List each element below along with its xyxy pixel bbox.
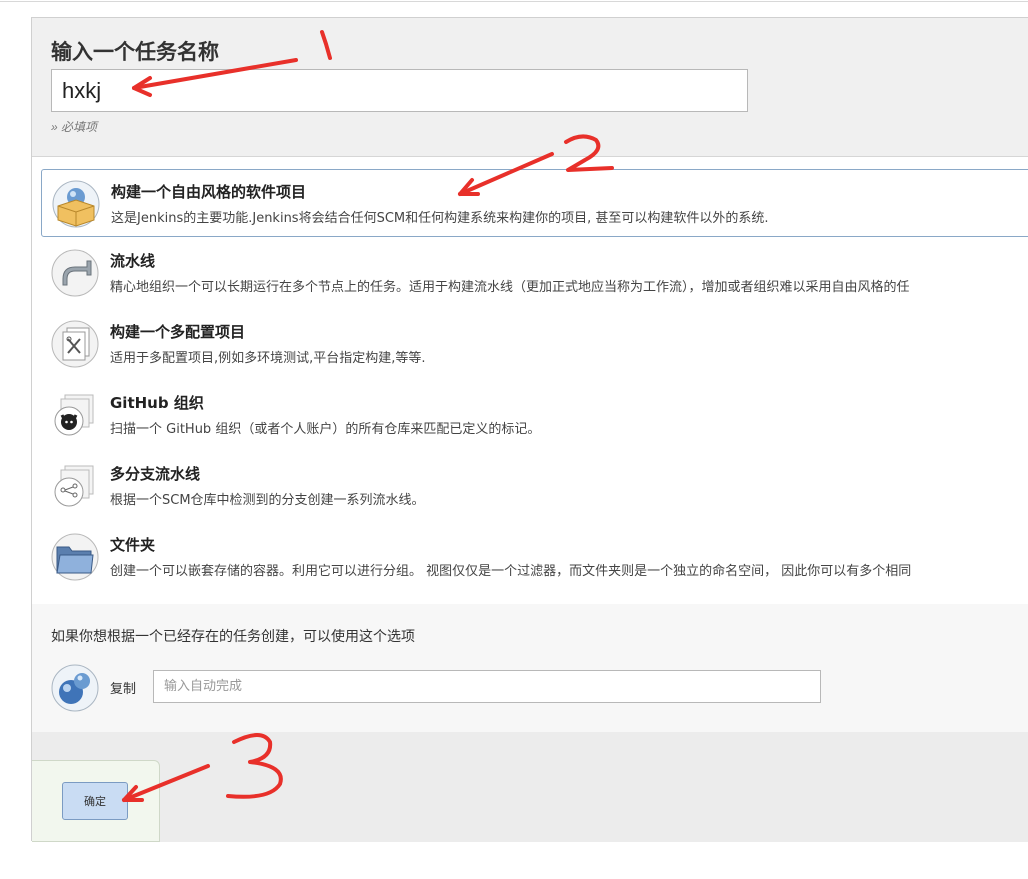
- item-type-name: 流水线: [110, 252, 156, 270]
- pipeline-icon: [51, 249, 99, 297]
- copy-hint-text: 如果你想根据一个已经存在的任务创建，可以使用这个选项: [51, 629, 415, 645]
- github-org-icon: [54, 394, 94, 436]
- new-item-panel: 输入一个任务名称 » 必填项 构建一个自由风格的软件项目 这是Jenkins的主…: [31, 17, 1028, 842]
- item-type-description: 根据一个SCM仓库中检测到的分支创建一系列流水线。: [110, 493, 425, 508]
- ok-button[interactable]: 确定: [62, 782, 128, 820]
- item-type-multi-config[interactable]: 构建一个多配置项目 适用于多配置项目,例如多环境测试,平台指定构建,等等.: [41, 310, 1028, 378]
- item-type-description: 精心地组织一个可以长期运行在多个节点上的任务。适用于构建流水线（更加正式地应当称…: [110, 280, 910, 295]
- item-type-name: 多分支流水线: [110, 465, 201, 483]
- copy-from-input[interactable]: [153, 670, 821, 703]
- multibranch-icon: [54, 465, 94, 507]
- ok-button-container: 确定: [32, 760, 160, 842]
- multi-config-icon: [51, 320, 99, 368]
- item-type-multibranch[interactable]: 多分支流水线 根据一个SCM仓库中检测到的分支创建一系列流水线。: [41, 452, 1028, 520]
- item-name-title: 输入一个任务名称: [51, 40, 219, 64]
- copy-spheres-icon: [51, 664, 99, 712]
- item-type-list: 构建一个自由风格的软件项目 这是Jenkins的主要功能.Jenkins将会结合…: [32, 157, 1028, 605]
- copy-label: 复制: [110, 682, 137, 697]
- item-type-description: 创建一个可以嵌套存储的容器。利用它可以进行分组。 视图仅仅是一个过滤器，而文件夹…: [110, 564, 912, 579]
- item-name-section: 输入一个任务名称 » 必填项: [32, 18, 1028, 157]
- item-type-description: 扫描一个 GitHub 组织（或者个人账户）的所有仓库来匹配已定义的标记。: [110, 422, 541, 437]
- item-type-freestyle[interactable]: 构建一个自由风格的软件项目 这是Jenkins的主要功能.Jenkins将会结合…: [41, 169, 1028, 237]
- copy-from-section: 如果你想根据一个已经存在的任务创建，可以使用这个选项 复制: [32, 604, 1028, 733]
- item-type-pipeline[interactable]: 流水线 精心地组织一个可以长期运行在多个节点上的任务。适用于构建流水线（更加正式…: [41, 239, 1028, 307]
- item-type-name: GitHub 组织: [110, 394, 204, 412]
- item-type-folder[interactable]: 文件夹 创建一个可以嵌套存储的容器。利用它可以进行分组。 视图仅仅是一个过滤器，…: [41, 523, 1028, 591]
- item-name-input[interactable]: [51, 69, 748, 112]
- item-type-name: 构建一个自由风格的软件项目: [111, 183, 307, 201]
- item-type-github-org[interactable]: GitHub 组织 扫描一个 GitHub 组织（或者个人账户）的所有仓库来匹配…: [41, 381, 1028, 449]
- folder-icon: [51, 533, 99, 581]
- form-footer: 确定: [32, 732, 1028, 842]
- item-type-name: 文件夹: [110, 536, 156, 554]
- freestyle-box-icon: [52, 180, 100, 228]
- required-hint: » 必填项: [51, 120, 98, 134]
- top-divider: [0, 1, 1028, 2]
- item-type-name: 构建一个多配置项目: [110, 323, 246, 341]
- item-type-description: 适用于多配置项目,例如多环境测试,平台指定构建,等等.: [110, 351, 426, 366]
- item-type-description: 这是Jenkins的主要功能.Jenkins将会结合任何SCM和任何构建系统来构…: [111, 211, 769, 226]
